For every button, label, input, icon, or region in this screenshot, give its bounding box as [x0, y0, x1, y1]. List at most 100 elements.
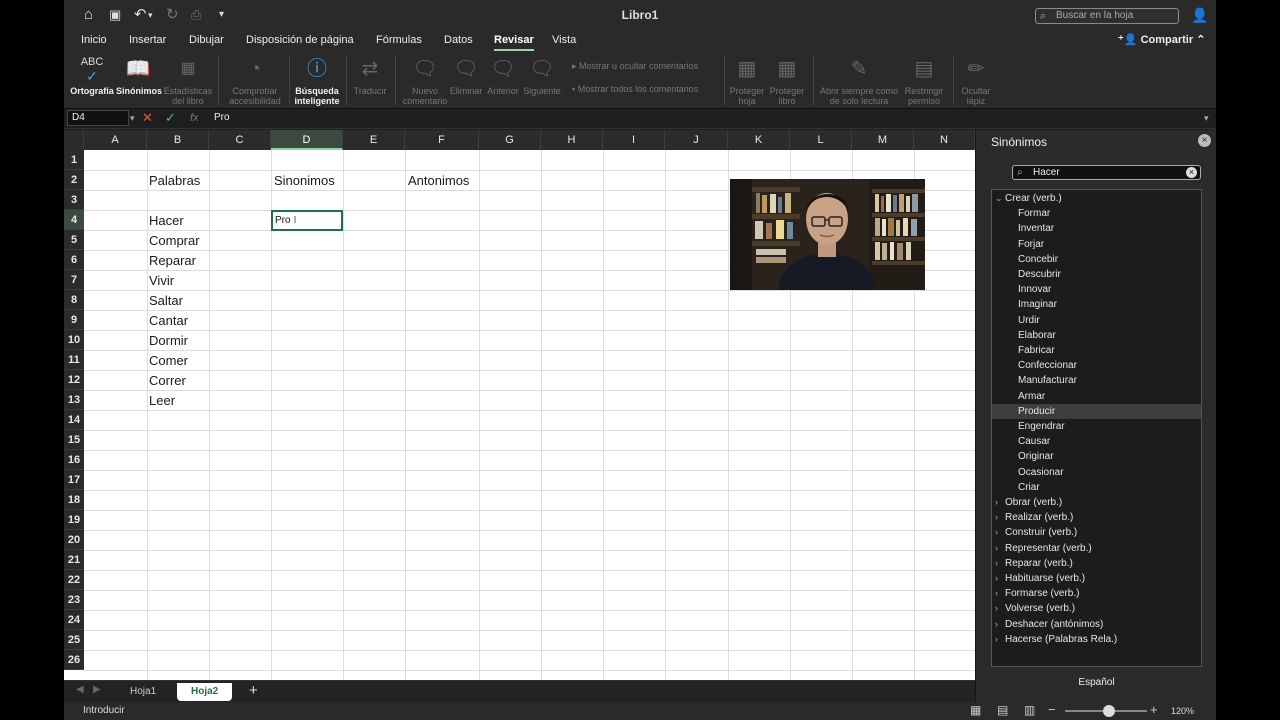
thesaurus-group[interactable]: › Reparar (verb.) [992, 556, 1201, 571]
close-pane-icon[interactable]: × [1198, 134, 1211, 147]
row-header-26[interactable]: 26 [64, 650, 84, 670]
thesaurus-synonym[interactable]: Manufacturar [992, 373, 1201, 388]
thesaurus-search-field[interactable]: ⌕ Hacer × [1012, 165, 1201, 180]
row-header-1[interactable]: 1 [64, 150, 84, 170]
thesaurus-synonym[interactable]: Elaborar [992, 328, 1201, 343]
thesaurus-group[interactable]: › Deshacer (antónimos) [992, 617, 1201, 632]
row-header-10[interactable]: 10 [64, 330, 84, 350]
thesaurus-synonym[interactable]: Forjar [992, 237, 1201, 252]
column-header-i[interactable]: I [603, 130, 665, 150]
tab-datos[interactable]: Datos [444, 34, 473, 46]
row-header-21[interactable]: 21 [64, 550, 84, 570]
row-header-5[interactable]: 5 [64, 230, 84, 250]
thesaurus-synonym[interactable]: Inventar [992, 221, 1201, 236]
thesaurus-synonym[interactable]: Armar [992, 389, 1201, 404]
row-header-9[interactable]: 9 [64, 310, 84, 330]
thesaurus-synonym[interactable]: Formar [992, 206, 1201, 221]
page-break-view-icon[interactable]: ▥ [1024, 703, 1035, 717]
hide-ink-button[interactable]: ✏ Ocultar lápiz [956, 55, 996, 106]
tab-insertar[interactable]: Insertar [129, 34, 166, 46]
thesaurus-synonym[interactable]: Ocasionar [992, 465, 1201, 480]
collapse-ribbon-icon[interactable]: ⌃ [1196, 34, 1205, 46]
thesaurus-synonym[interactable]: Producir [992, 403, 1201, 419]
cell-d2[interactable]: Sinonimos [274, 171, 335, 191]
column-header-n[interactable]: N [914, 130, 975, 150]
column-header-g[interactable]: G [479, 130, 541, 150]
column-header-c[interactable]: C [209, 130, 271, 150]
delete-comment-button[interactable]: 🗨 Eliminar [449, 55, 483, 96]
tab-vista[interactable]: Vista [552, 34, 576, 46]
row-header-24[interactable]: 24 [64, 610, 84, 630]
row-header-8[interactable]: 8 [64, 290, 84, 310]
row-header-25[interactable]: 25 [64, 630, 84, 650]
previous-comment-button[interactable]: 🗨 Anterior [485, 55, 521, 96]
worksheet-grid[interactable]: A B C D E F G H I J K L M N 1 2 3 4 5 6 7 8 9 10 1… [64, 130, 975, 680]
row-header-17[interactable]: 17 [64, 470, 84, 490]
thesaurus-group-crear[interactable]: ⌄ Crear (verb.) [992, 191, 1201, 206]
thesaurus-synonym[interactable]: Fabricar [992, 343, 1201, 358]
cell-f2[interactable]: Antonimos [408, 171, 469, 191]
name-box-dropdown-icon[interactable]: ▾ [130, 113, 135, 124]
tab-formulas[interactable]: Fórmulas [376, 34, 422, 46]
thesaurus-group[interactable]: › Construir (verb.) [992, 525, 1201, 540]
workbook-statistics-button[interactable]: ▦ Estadísticas del libro [162, 55, 214, 106]
column-header-a[interactable]: A [84, 130, 147, 150]
sheet-search-field[interactable]: ⌕ Buscar en la hoja [1035, 8, 1179, 24]
formula-input[interactable]: Pro [214, 112, 230, 123]
translate-button[interactable]: ⇄ Traducir [350, 55, 390, 96]
new-comment-button[interactable]: 🗨 Nuevo comentario [400, 55, 450, 106]
cancel-entry-icon[interactable]: ✕ [142, 110, 153, 126]
row-header-7[interactable]: 7 [64, 270, 84, 290]
add-sheet-icon[interactable]: + [249, 682, 258, 699]
thesaurus-group[interactable]: › Volverse (verb.) [992, 601, 1201, 616]
next-comment-button[interactable]: 🗨 Siguiente [521, 55, 563, 96]
thesaurus-group[interactable]: › Habituarse (verb.) [992, 571, 1201, 586]
thesaurus-synonym[interactable]: Criar [992, 480, 1201, 495]
zoom-level[interactable]: 120% [1171, 706, 1194, 716]
cell-b12[interactable]: Correr [149, 371, 186, 391]
cell-b4[interactable]: Hacer [149, 211, 184, 231]
thesaurus-synonym[interactable]: Urdir [992, 313, 1201, 328]
thesaurus-button[interactable]: 📖 Sinónimos [116, 55, 162, 96]
row-header-23[interactable]: 23 [64, 590, 84, 610]
show-hide-comments-button[interactable]: ▸ Mostrar u ocultar comentarios [572, 61, 698, 72]
thesaurus-group[interactable]: › Realizar (verb.) [992, 510, 1201, 525]
cell-b9[interactable]: Cantar [149, 311, 188, 331]
thesaurus-synonym[interactable]: Confeccionar [992, 358, 1201, 373]
row-header-20[interactable]: 20 [64, 530, 84, 550]
row-header-19[interactable]: 19 [64, 510, 84, 530]
account-icon[interactable]: 👤 [1191, 6, 1208, 24]
column-header-m[interactable]: M [852, 130, 914, 150]
show-all-comments-button[interactable]: ▪ Mostrar todos los comentarios [572, 84, 698, 94]
row-header-2[interactable]: 2 [64, 170, 84, 190]
scroll-tabs-right-icon[interactable]: ▶ [93, 684, 101, 695]
zoom-slider-thumb[interactable] [1102, 705, 1115, 717]
sheet-tab-hoja1[interactable]: Hoja1 [116, 683, 170, 701]
cell-b7[interactable]: Vivir [149, 271, 174, 291]
thesaurus-synonym[interactable]: Imaginar [992, 297, 1201, 312]
page-layout-view-icon[interactable]: ▤ [997, 703, 1008, 717]
confirm-entry-icon[interactable]: ✓ [165, 110, 176, 126]
protect-sheet-button[interactable]: ▦ Proteger hoja [728, 55, 766, 106]
scroll-tabs-left-icon[interactable]: ◀ [76, 684, 84, 695]
zoom-out-icon[interactable]: − [1048, 702, 1056, 717]
cell-b2[interactable]: Palabras [149, 171, 200, 191]
thesaurus-synonym[interactable]: Innovar [992, 282, 1201, 297]
cell-b11[interactable]: Comer [149, 351, 188, 371]
normal-view-icon[interactable]: ▦ [970, 703, 981, 717]
cell-b8[interactable]: Saltar [149, 291, 183, 311]
cell-b13[interactable]: Leer [149, 391, 175, 411]
spelling-button[interactable]: ABC ✓ Ortografía [70, 55, 114, 96]
row-header-13[interactable]: 13 [64, 390, 84, 410]
column-header-e[interactable]: E [343, 130, 405, 150]
insert-function-icon[interactable]: fx [190, 112, 199, 124]
thesaurus-synonym[interactable]: Concebir [992, 252, 1201, 267]
always-open-read-only-button[interactable]: ✎ Abrir siempre como de solo lectura [818, 55, 900, 106]
column-header-d[interactable]: D [271, 130, 343, 150]
expand-formula-bar-icon[interactable]: ▾ [1204, 113, 1209, 124]
thesaurus-synonym[interactable]: Originar [992, 449, 1201, 464]
smart-lookup-button[interactable]: ⓘ Búsqueda inteligente [292, 55, 342, 106]
row-header-12[interactable]: 12 [64, 370, 84, 390]
row-header-4[interactable]: 4 [64, 210, 84, 230]
row-header-6[interactable]: 6 [64, 250, 84, 270]
